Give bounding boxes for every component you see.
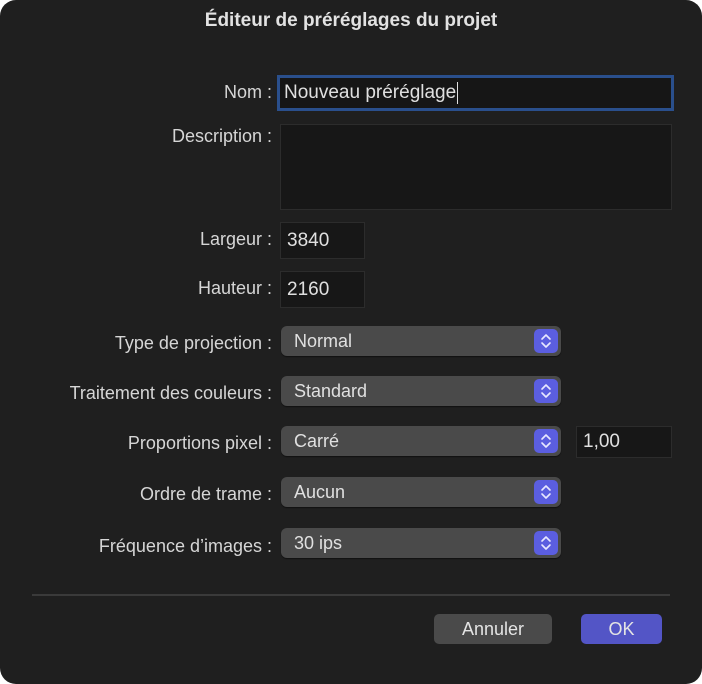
width-field[interactable]: 3840 xyxy=(280,222,365,259)
pixel-aspect-ratio-field[interactable]: 1,00 xyxy=(576,426,672,458)
pixel-aspect-label: Proportions pixel : xyxy=(127,433,272,453)
color-processing-popup[interactable]: Standard xyxy=(281,376,561,406)
projection-type-popup[interactable]: Normal xyxy=(281,326,561,356)
up-down-chevron-icon xyxy=(534,531,558,555)
dialog-title: Éditeur de préréglages du projet xyxy=(204,10,498,31)
frame-rate-popup[interactable]: 30 ips xyxy=(281,528,561,558)
up-down-chevron-icon xyxy=(534,429,558,453)
height-label: Hauteur : xyxy=(197,278,272,298)
description-label: Description : xyxy=(171,126,272,146)
up-down-chevron-icon xyxy=(534,329,558,353)
name-value: Nouveau préréglage xyxy=(284,82,457,103)
projection-type-value: Normal xyxy=(294,330,353,351)
color-processing-label: Traitement des couleurs : xyxy=(69,383,272,403)
up-down-chevron-icon xyxy=(534,480,558,504)
frame-rate-label: Fréquence d’images : xyxy=(98,536,272,556)
height-value: 2160 xyxy=(287,278,330,300)
project-preset-editor-dialog: Éditeur de préréglages du projet Nom : N… xyxy=(0,0,702,684)
description-field[interactable] xyxy=(280,124,672,210)
pixel-aspect-popup[interactable]: Carré xyxy=(281,426,561,456)
field-order-label: Ordre de trame : xyxy=(139,484,272,504)
height-field[interactable]: 2160 xyxy=(280,271,365,308)
field-order-popup[interactable]: Aucun xyxy=(281,477,561,507)
width-value: 3840 xyxy=(287,229,330,251)
width-label: Largeur : xyxy=(199,229,272,249)
up-down-chevron-icon xyxy=(534,379,558,403)
projection-type-label: Type de projection : xyxy=(114,333,272,353)
color-processing-value: Standard xyxy=(294,380,368,401)
text-caret xyxy=(457,82,459,104)
ok-button[interactable]: OK xyxy=(581,614,662,644)
name-field[interactable]: Nouveau préréglage xyxy=(277,75,674,111)
cancel-button[interactable]: Annuler xyxy=(434,614,552,644)
frame-rate-value: 30 ips xyxy=(294,532,343,553)
name-label: Nom : xyxy=(223,82,272,102)
divider xyxy=(32,594,670,596)
pixel-aspect-ratio-value: 1,00 xyxy=(583,431,620,452)
field-order-value: Aucun xyxy=(294,481,346,502)
pixel-aspect-value: Carré xyxy=(294,430,340,451)
